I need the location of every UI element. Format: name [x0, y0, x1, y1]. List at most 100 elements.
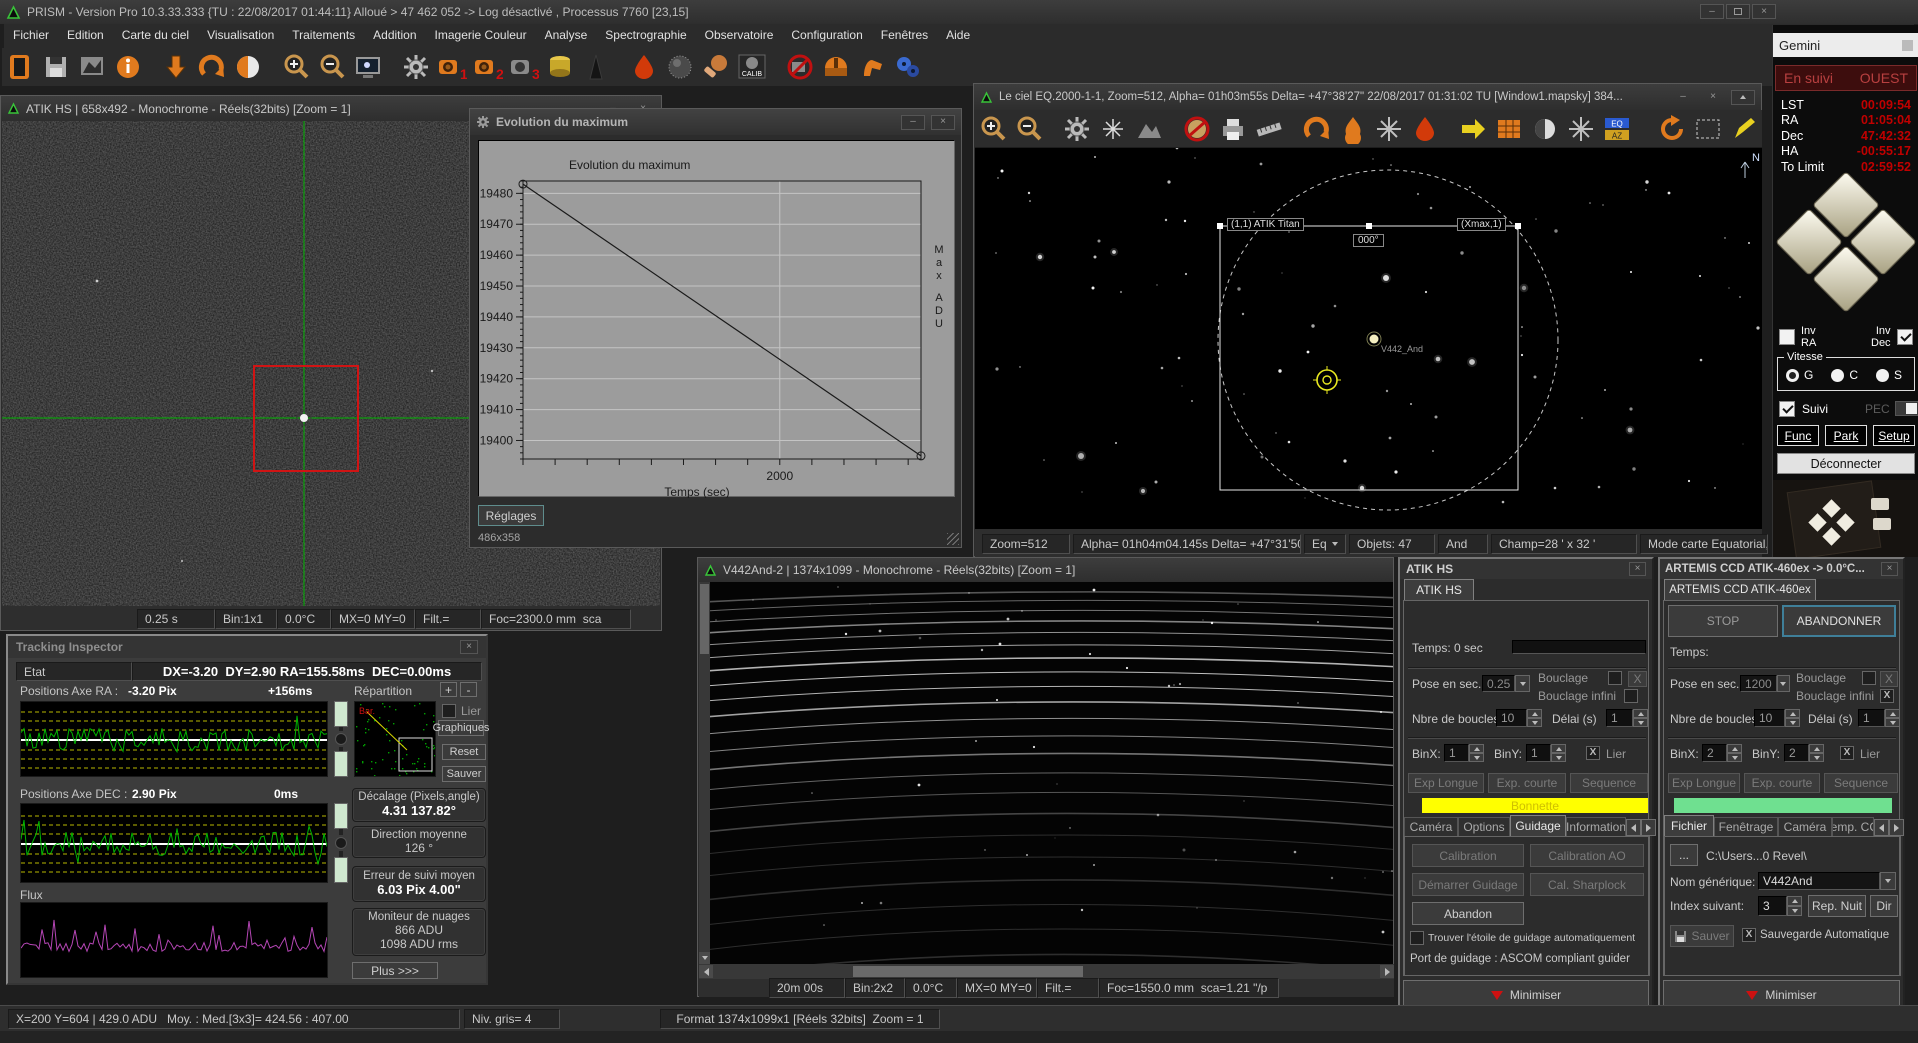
dir-button[interactable]: Dir: [1870, 895, 1898, 917]
printer-icon[interactable]: [1215, 113, 1251, 145]
abandon-button[interactable]: Abandon: [1412, 902, 1524, 925]
sequence-button[interactable]: Sequence: [1570, 773, 1648, 793]
abort-x-button[interactable]: X: [1880, 671, 1898, 687]
goto-arrow-icon[interactable]: [1455, 113, 1491, 145]
ra-scale-slider[interactable]: [333, 701, 349, 777]
sauver-button[interactable]: Sauver: [1670, 925, 1734, 947]
menu-item-addition[interactable]: Addition: [364, 24, 425, 46]
vitesse-radio-s[interactable]: S: [1876, 368, 1902, 382]
measure-icon[interactable]: [1251, 113, 1287, 145]
calibration-button[interactable]: Calibration: [1412, 844, 1524, 867]
exp-longue-button[interactable]: Exp Longue: [1668, 773, 1740, 793]
tab-information[interactable]: Information: [1566, 817, 1626, 836]
scale-plus-button[interactable]: +: [440, 682, 457, 697]
scroll-left-icon[interactable]: [1874, 819, 1889, 836]
tab-cam-ra[interactable]: Caméra: [1778, 817, 1832, 836]
gear-icon[interactable]: [398, 51, 434, 83]
resize-grip[interactable]: [947, 533, 959, 545]
download-arrow-icon[interactable]: [158, 51, 194, 83]
tab-guidage[interactable]: Guidage: [1510, 815, 1566, 836]
bouclage-checkbox[interactable]: [1608, 671, 1622, 685]
camera-off-icon[interactable]: [782, 51, 818, 83]
catalog-icon[interactable]: [1491, 113, 1527, 145]
binx-spinner[interactable]: 1: [1444, 744, 1484, 762]
grab-icon[interactable]: [854, 51, 890, 83]
exp-courte-button[interactable]: Exp. courte: [1744, 773, 1820, 793]
tracking-title-bar[interactable]: Tracking Inspector ×: [8, 636, 486, 658]
horizon-icon[interactable]: [1131, 113, 1167, 145]
info-icon[interactable]: [110, 51, 146, 83]
abort-x-button[interactable]: X: [1628, 671, 1647, 687]
dec-scale-slider[interactable]: [333, 803, 349, 883]
menu-item-fen-tres[interactable]: Fenêtres: [872, 24, 937, 46]
minimize-icon[interactable]: –: [901, 115, 925, 130]
eq-az-icon[interactable]: EQAZ: [1599, 113, 1635, 145]
close-button[interactable]: ×: [1752, 4, 1776, 19]
bouclage-checkbox[interactable]: [1862, 671, 1876, 685]
nbre-spinner[interactable]: 10: [1496, 709, 1542, 727]
exp-courte-button[interactable]: Exp. courte: [1488, 773, 1566, 793]
bouclage-infini-checkbox[interactable]: [1624, 689, 1638, 703]
browse-button[interactable]: ...: [1670, 844, 1698, 866]
menu-item-spectrographie[interactable]: Spectrographie: [596, 24, 695, 46]
delai-spinner[interactable]: 1: [1606, 709, 1648, 727]
sky-title-bar[interactable]: Le ciel EQ.2000-1-1, Zoom=512, Alpha= 01…: [974, 84, 1761, 110]
tab-temp-cci[interactable]: Temp. CCI: [1832, 817, 1874, 836]
close-icon[interactable]: ×: [1701, 90, 1725, 105]
v442-vscrollbar[interactable]: [699, 582, 710, 964]
scroll-left-icon[interactable]: [1626, 819, 1641, 836]
calib-icon[interactable]: CALIB: [734, 51, 770, 83]
filterwheel-icon[interactable]: [542, 51, 578, 83]
suivi-checkbox[interactable]: [1779, 401, 1795, 417]
screen-visu-icon[interactable]: [350, 51, 386, 83]
biny-spinner[interactable]: 2: [1784, 744, 1824, 762]
gemini-window-button[interactable]: [1902, 40, 1913, 51]
reticle-icon[interactable]: [1371, 113, 1407, 145]
sky-map[interactable]: (1,1) ATIK Titan 000° (Xmax,1) V442_And …: [975, 148, 1762, 529]
droplet-icon[interactable]: [626, 51, 662, 83]
camera2-icon[interactable]: 2: [470, 51, 506, 83]
park-button[interactable]: Park: [1825, 425, 1867, 446]
rotate-arrow-icon[interactable]: [194, 51, 230, 83]
lier-checkbox[interactable]: X: [1840, 746, 1854, 760]
v442-hscrollbar[interactable]: [699, 964, 1394, 979]
reset-button[interactable]: Reset: [442, 744, 486, 760]
zoom-in-icon[interactable]: [278, 51, 314, 83]
close-icon[interactable]: ×: [931, 115, 955, 130]
save-icon[interactable]: [38, 51, 74, 83]
inv-ra-checkbox[interactable]: [1779, 329, 1795, 345]
sequence-button[interactable]: Sequence: [1824, 773, 1898, 793]
graphiques-button[interactable]: Graphiques: [438, 720, 484, 736]
rotate-icon[interactable]: [1299, 113, 1335, 145]
dome-icon[interactable]: [818, 51, 854, 83]
atik-panel-title-bar[interactable]: ATIK HS ×: [1400, 559, 1652, 579]
calibration-ao-button[interactable]: Calibration AO: [1530, 844, 1644, 867]
sky-zoom-out-icon[interactable]: [1011, 113, 1047, 145]
index-spinner[interactable]: 3: [1758, 896, 1802, 916]
nbre-spinner[interactable]: 10: [1754, 709, 1800, 727]
menu-item-traitements[interactable]: Traitements: [283, 24, 364, 46]
delai-spinner[interactable]: 1: [1858, 709, 1900, 727]
lier-checkbox[interactable]: X: [1586, 746, 1600, 760]
stop-button[interactable]: STOP: [1668, 605, 1778, 637]
tab-fichier[interactable]: Fichier: [1664, 815, 1714, 836]
scroll-right-icon[interactable]: [1889, 819, 1904, 836]
collimation-icon[interactable]: [698, 51, 734, 83]
trouver-checkbox[interactable]: [1410, 931, 1424, 945]
artemis-tab[interactable]: ARTEMIS CCD ATIK-460ex: [1664, 579, 1816, 600]
binx-spinner[interactable]: 2: [1702, 744, 1742, 762]
reglages-button[interactable]: Réglages: [478, 505, 544, 526]
gemini-title-bar[interactable]: Gemini: [1773, 33, 1918, 57]
histogram-icon[interactable]: [74, 51, 110, 83]
atik-panel-tab[interactable]: ATIK HS: [1404, 579, 1474, 600]
menu-item-imagerie-couleur[interactable]: Imagerie Couleur: [426, 24, 536, 46]
func-button[interactable]: Func: [1777, 425, 1819, 446]
pose-select[interactable]: 0.25: [1482, 675, 1530, 692]
sauvegarde-checkbox[interactable]: X: [1742, 928, 1756, 942]
contrast-sphere-icon[interactable]: [230, 51, 266, 83]
tab-fen-trage[interactable]: Fenêtrage: [1714, 817, 1778, 836]
menu-item-observatoire[interactable]: Observatoire: [696, 24, 783, 46]
plus-more-button[interactable]: Plus >>>: [352, 962, 438, 979]
select-area-icon[interactable]: [1690, 113, 1726, 145]
flame-icon[interactable]: [1335, 113, 1371, 145]
